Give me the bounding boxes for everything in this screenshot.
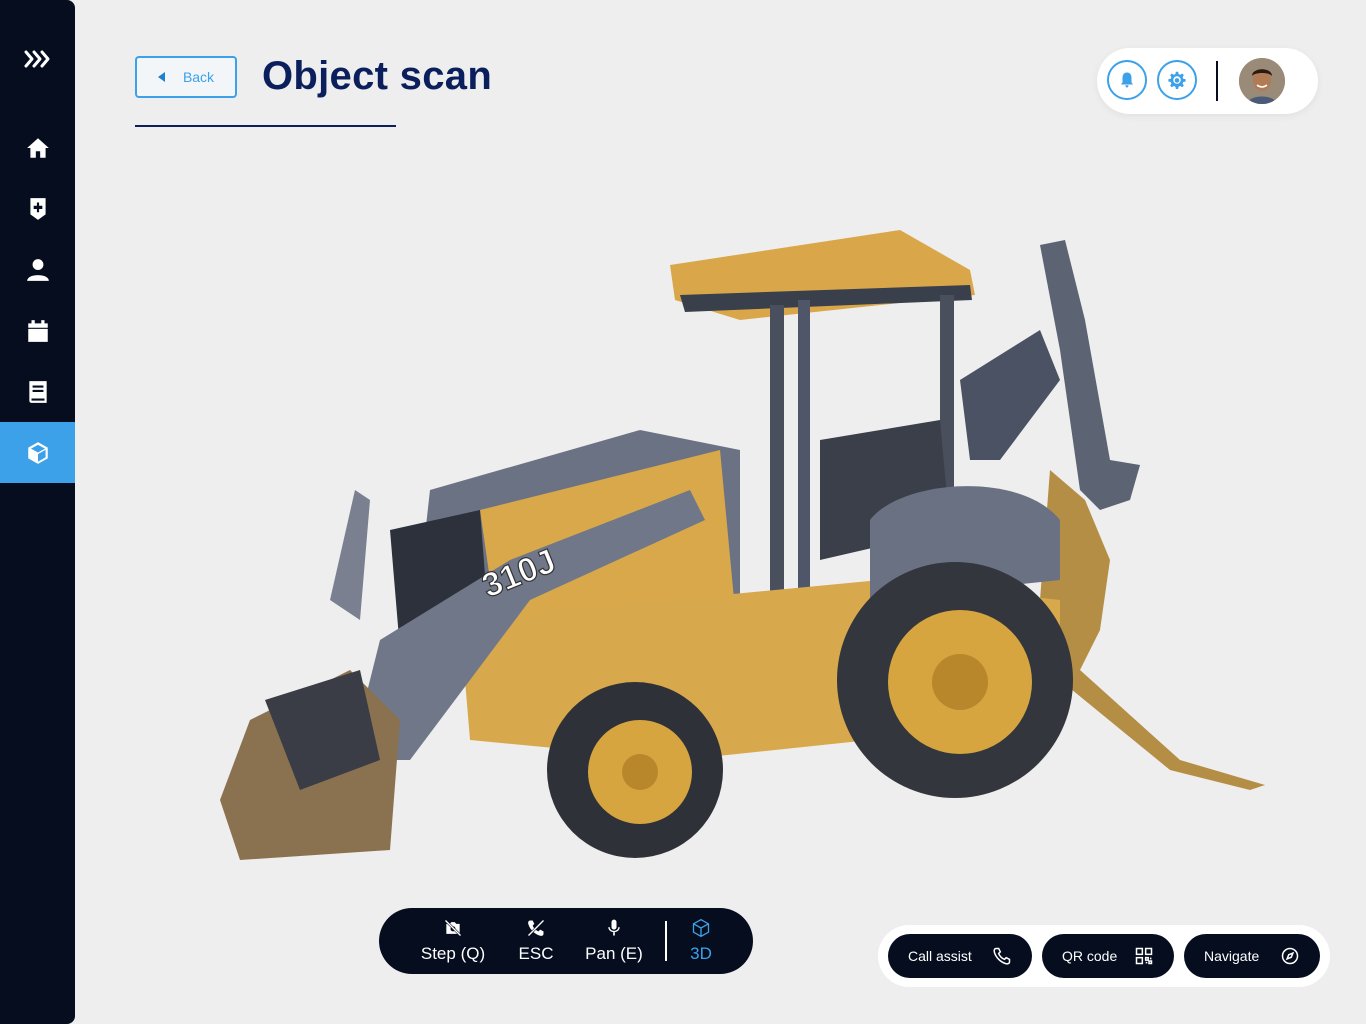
call-assist-button[interactable]: Call assist <box>888 934 1032 978</box>
navigate-button[interactable]: Navigate <box>1184 934 1320 978</box>
camera-off-icon <box>444 919 462 937</box>
step-button[interactable]: Step (Q) <box>409 908 497 974</box>
cube-icon <box>27 441 48 464</box>
compass-icon <box>1281 947 1299 965</box>
book-icon <box>28 380 47 403</box>
home-icon <box>26 137 49 158</box>
title-underline <box>135 125 396 127</box>
scan-viewport[interactable]: 310J <box>180 200 1300 900</box>
mic-icon <box>608 919 620 936</box>
calendar-icon <box>27 319 48 342</box>
user-icon <box>26 258 49 281</box>
medical-plus-icon <box>29 197 46 220</box>
esc-button[interactable]: ESC <box>509 908 563 974</box>
step-label: Step (Q) <box>420 944 486 963</box>
chevrons-right-icon <box>24 50 49 67</box>
qr-code-button[interactable]: QR code <box>1042 934 1174 978</box>
back-button[interactable]: Back <box>135 56 237 98</box>
phone-icon <box>993 947 1011 965</box>
settings-button[interactable] <box>1157 60 1197 100</box>
esc-label: ESC <box>518 944 554 963</box>
top-actions <box>1097 48 1318 114</box>
quick-actions: Call assist QR code Navigate <box>878 925 1330 987</box>
notifications-button[interactable] <box>1107 60 1147 100</box>
navigate-label: Navigate <box>1204 948 1260 964</box>
sidebar-item-calendar[interactable] <box>0 300 75 361</box>
gear-icon <box>1168 71 1186 89</box>
sidebar-expand-button[interactable] <box>0 28 75 89</box>
phone-off-icon <box>527 919 545 937</box>
pan-label: Pan (E) <box>585 944 643 963</box>
3d-label: 3D <box>690 944 712 963</box>
sidebar-item-book[interactable] <box>0 361 75 422</box>
qr-code-label: QR code <box>1062 948 1118 964</box>
user-avatar[interactable] <box>1239 58 1285 104</box>
qr-code-icon <box>1135 947 1153 965</box>
sidebar-item-object-scan[interactable] <box>0 422 75 483</box>
sidebar <box>0 0 75 1024</box>
view-toolbar: Step (Q) ESC Pan (E) 3D <box>379 908 753 974</box>
back-arrow-icon <box>157 72 165 82</box>
call-assist-label: Call assist <box>908 948 972 964</box>
back-button-label: Back <box>182 69 215 85</box>
page-title: Object scan <box>262 54 493 98</box>
divider <box>1216 61 1218 101</box>
sidebar-item-medical[interactable] <box>0 178 75 239</box>
sidebar-item-home[interactable] <box>0 117 75 178</box>
sidebar-item-user[interactable] <box>0 239 75 300</box>
3d-button[interactable]: 3D <box>681 908 721 974</box>
toolbar-divider <box>665 921 667 961</box>
pan-button[interactable]: Pan (E) <box>577 908 651 974</box>
cube-icon <box>692 918 710 938</box>
avatar-image <box>1239 58 1285 104</box>
bell-icon <box>1121 72 1133 88</box>
backhoe-scan-model: 310J <box>220 230 1265 860</box>
